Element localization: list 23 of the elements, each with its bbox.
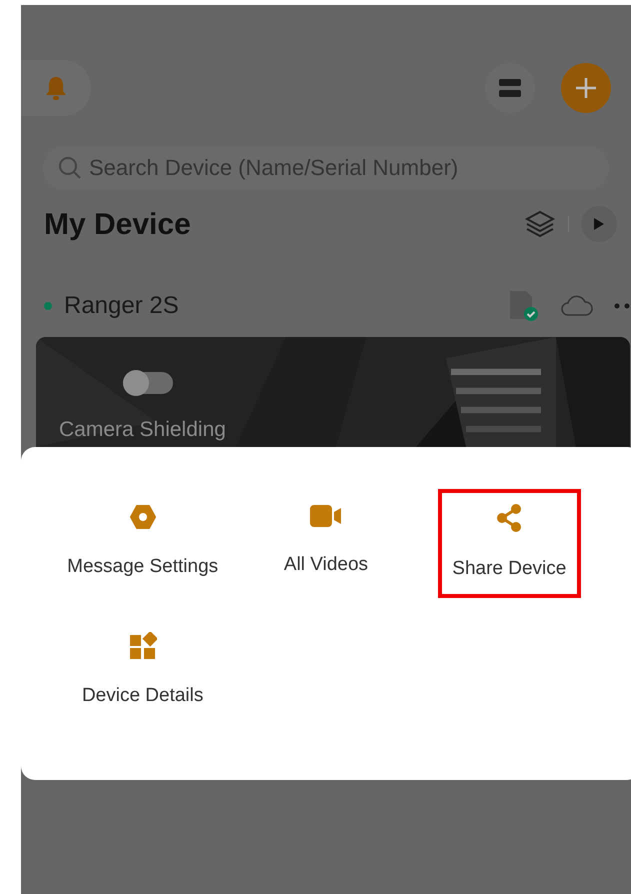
play-button[interactable] [581, 206, 617, 242]
play-icon [593, 217, 605, 231]
share-icon [495, 503, 524, 533]
plus-icon [574, 76, 598, 100]
grid-icon [128, 632, 157, 660]
hexagon-icon [128, 503, 157, 531]
menu-item[interactable]: All Videos [234, 489, 418, 598]
cloud-icon [559, 294, 593, 318]
layers-icon [524, 209, 556, 239]
more-icon [613, 302, 631, 310]
menu-item[interactable]: Share Device [438, 489, 581, 598]
add-button[interactable] [561, 62, 611, 112]
bell-icon [44, 74, 68, 100]
menu-item[interactable]: Device Details [51, 618, 234, 724]
camera-shielding-label: Camera Shielding [59, 417, 226, 443]
device-name: Ranger 2S [64, 291, 179, 321]
section-title: My Device [44, 206, 191, 242]
video-camera-icon [308, 503, 343, 529]
search-icon [57, 155, 83, 181]
sd-card-check-icon [507, 289, 541, 323]
menu-icon [499, 78, 521, 98]
menu-item[interactable]: Message Settings [51, 489, 234, 598]
camera-shielding-toggle[interactable] [123, 372, 173, 394]
